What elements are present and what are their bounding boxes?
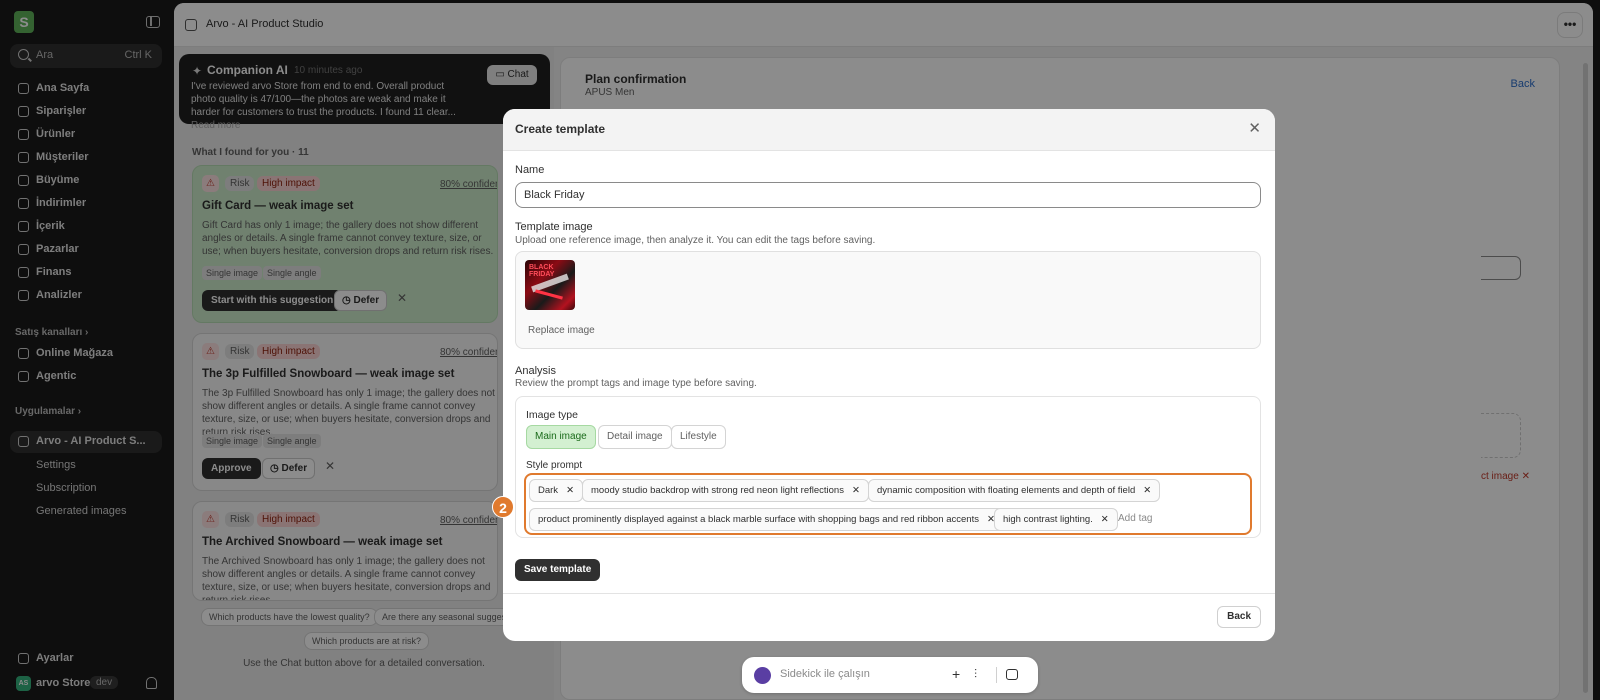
- remove-tag-icon[interactable]: ✕: [566, 485, 574, 496]
- image-type-main[interactable]: Main image: [526, 425, 596, 449]
- remove-tag-icon[interactable]: ✕: [1143, 485, 1151, 496]
- close-icon[interactable]: ✕: [1248, 119, 1261, 137]
- template-name-input[interactable]: [515, 182, 1261, 208]
- template-image-label: Template image: [515, 221, 593, 233]
- step-badge: 2: [492, 496, 514, 518]
- panel-icon[interactable]: [1006, 669, 1018, 680]
- modal-title: Create template: [515, 122, 606, 136]
- sidekick-input[interactable]: Sidekick ile çalışın: [780, 668, 870, 680]
- save-template-button[interactable]: Save template: [515, 559, 601, 581]
- voice-icon[interactable]: ⫶: [974, 667, 977, 682]
- prompt-tag: high contrast lighting. ✕: [994, 508, 1118, 531]
- template-thumbnail[interactable]: BLACK FRIDAY: [525, 260, 575, 310]
- prompt-tag: dynamic composition with floating elemen…: [868, 479, 1161, 502]
- sidekick-avatar-icon: [754, 667, 771, 684]
- modal-header: Create template ✕: [503, 109, 1275, 151]
- style-prompt-tags: Dark ✕ moody studio backdrop with strong …: [524, 473, 1252, 535]
- create-template-modal: Create template ✕ Name Template image Up…: [503, 109, 1275, 641]
- image-type-label: Image type: [526, 409, 578, 421]
- analysis-box: Image type Main image Detail image Lifes…: [515, 396, 1261, 538]
- image-type-lifestyle[interactable]: Lifestyle: [671, 425, 726, 449]
- image-type-detail[interactable]: Detail image: [598, 425, 672, 449]
- sidekick-bar[interactable]: Sidekick ile çalışın + ⫶: [742, 657, 1038, 693]
- prompt-tag: product prominently displayed against a …: [529, 508, 1004, 531]
- remove-tag-icon[interactable]: ✕: [1101, 514, 1109, 525]
- template-image-hint: Upload one reference image, then analyze…: [515, 235, 876, 246]
- back-button[interactable]: Back: [1217, 606, 1261, 628]
- replace-image-link[interactable]: Replace image: [528, 325, 595, 336]
- name-label: Name: [515, 164, 545, 176]
- prompt-tag: moody studio backdrop with strong red ne…: [582, 479, 869, 502]
- divider: [996, 667, 997, 683]
- analysis-hint: Review the prompt tags and image type be…: [515, 378, 757, 389]
- remove-tag-icon[interactable]: ✕: [852, 485, 860, 496]
- prompt-tag: Dark ✕: [529, 479, 584, 502]
- modal-footer: Back: [503, 593, 1275, 641]
- analysis-label: Analysis: [515, 365, 556, 377]
- add-tag-input[interactable]: Add tag: [1118, 513, 1152, 524]
- style-prompt-label: Style prompt: [526, 460, 583, 471]
- template-image-box: BLACK FRIDAY Replace image: [515, 251, 1261, 349]
- plus-icon[interactable]: +: [952, 666, 960, 682]
